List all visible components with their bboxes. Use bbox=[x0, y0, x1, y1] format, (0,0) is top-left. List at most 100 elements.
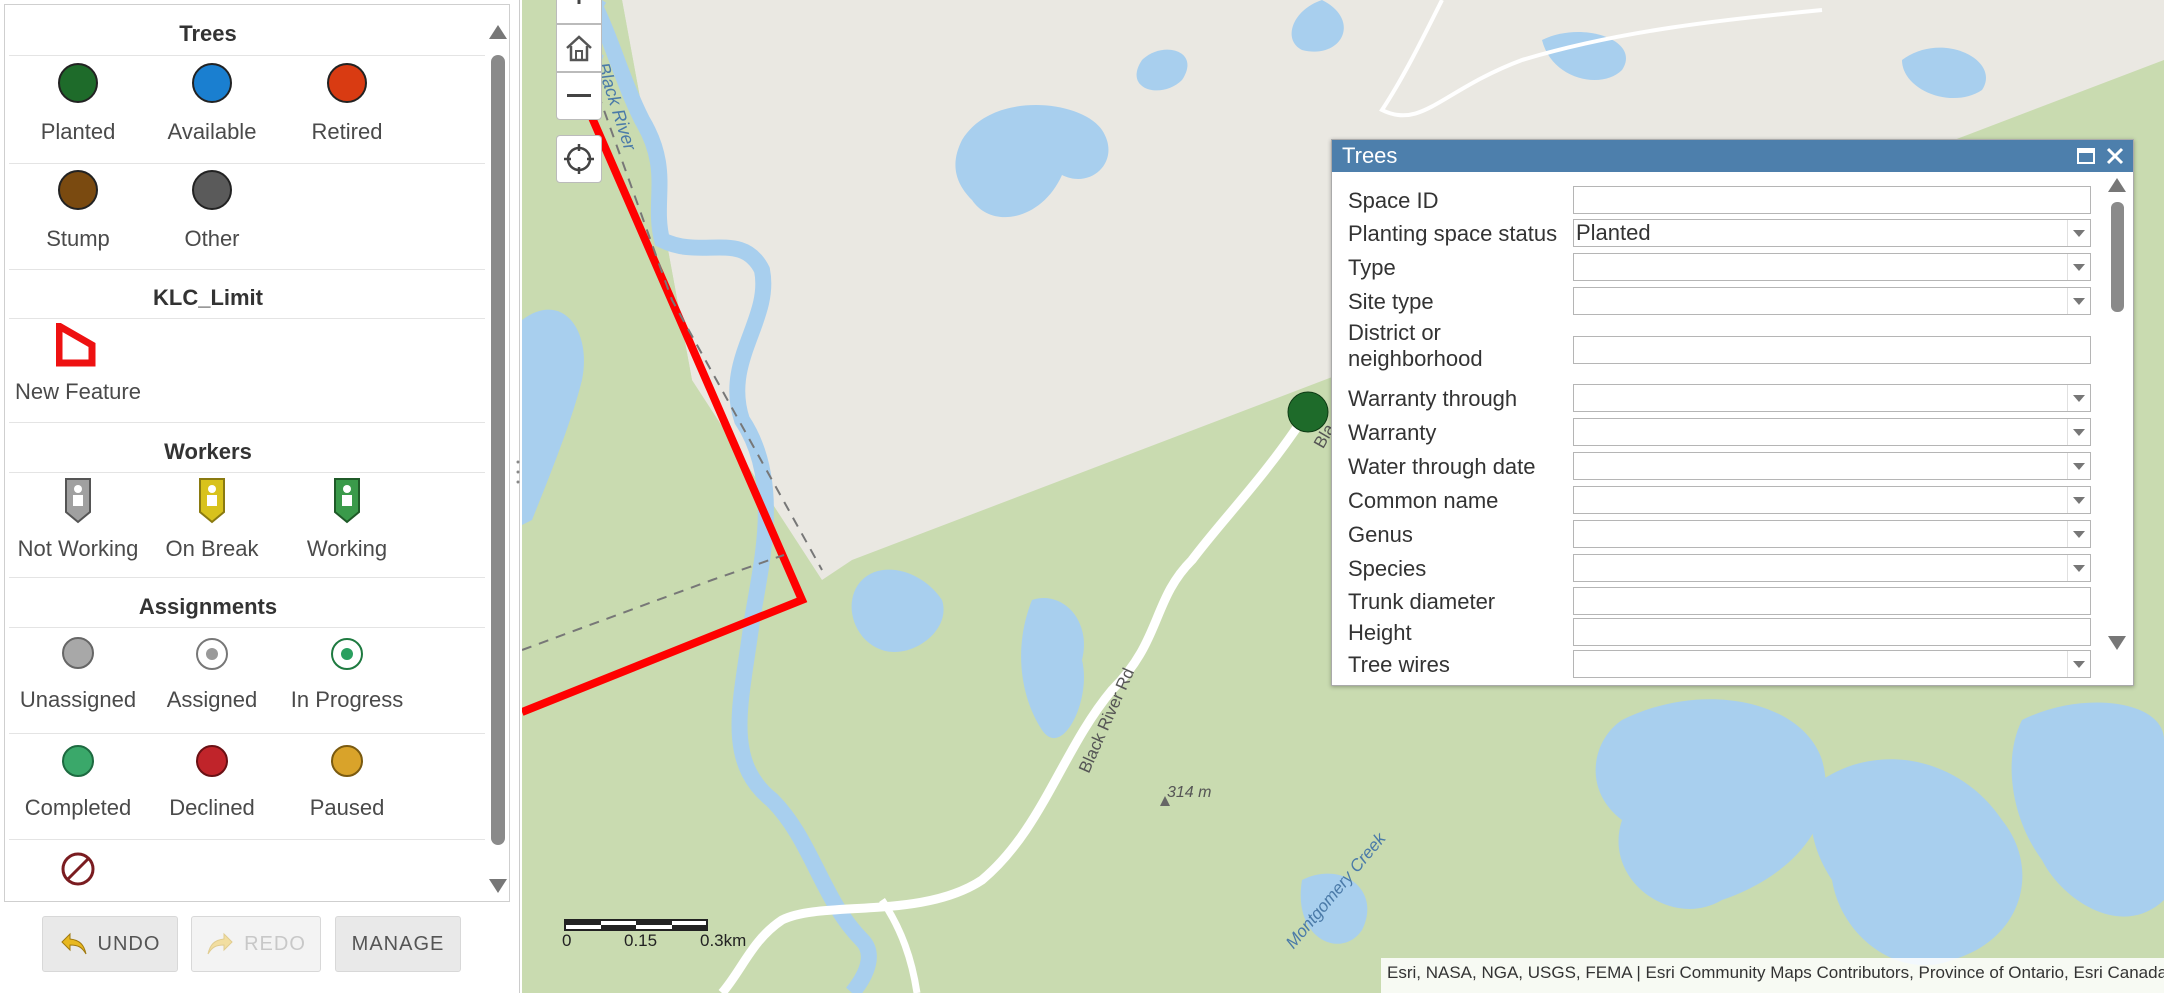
field-warranty: Warranty bbox=[1348, 418, 2098, 448]
chevron-down-icon[interactable] bbox=[2067, 453, 2090, 479]
field-planting-space-status: Planting space status Planted bbox=[1348, 219, 2098, 249]
height-input[interactable] bbox=[1573, 618, 2091, 646]
zoom-out-button[interactable] bbox=[556, 72, 602, 120]
redo-button[interactable]: REDO bbox=[191, 916, 321, 972]
template-assigned[interactable]: Assigned bbox=[145, 637, 279, 712]
chevron-down-icon[interactable] bbox=[2067, 254, 2090, 280]
species-select[interactable] bbox=[1573, 554, 2091, 582]
template-available[interactable]: Available bbox=[145, 63, 279, 144]
template-stump[interactable]: Stump bbox=[11, 170, 145, 251]
space-id-input[interactable] bbox=[1573, 186, 2091, 214]
field-label: Site type bbox=[1348, 289, 1434, 314]
warranty-select[interactable] bbox=[1573, 418, 2091, 446]
cancel-symbol-icon bbox=[61, 852, 95, 886]
template-on-break[interactable]: On Break bbox=[145, 476, 279, 561]
locate-button[interactable] bbox=[556, 135, 602, 183]
chevron-down-icon[interactable] bbox=[2067, 487, 2090, 513]
field-site-type: Site type bbox=[1348, 287, 2098, 317]
chevron-down-icon[interactable] bbox=[2067, 220, 2090, 246]
divider bbox=[9, 472, 485, 473]
paused-symbol-icon bbox=[331, 745, 363, 777]
genus-select[interactable] bbox=[1573, 520, 2091, 548]
undo-button[interactable]: UNDO bbox=[42, 916, 178, 972]
divider bbox=[9, 422, 485, 423]
panel-resize-handle[interactable] bbox=[516, 458, 520, 486]
template-new-feature[interactable]: New Feature bbox=[11, 323, 145, 404]
stump-symbol-icon bbox=[58, 170, 98, 210]
field-label: Species bbox=[1348, 556, 1427, 581]
divider bbox=[9, 55, 485, 56]
field-label: Trunk diameter bbox=[1348, 589, 1496, 614]
popup-scrollbar[interactable] bbox=[2106, 172, 2128, 652]
field-space-id: Space ID bbox=[1348, 186, 2098, 216]
home-button[interactable] bbox=[556, 24, 602, 72]
scroll-up-icon[interactable] bbox=[2108, 178, 2126, 192]
scroll-down-icon[interactable] bbox=[2108, 636, 2126, 650]
trunk-diameter-input[interactable] bbox=[1573, 587, 2091, 615]
tree-wires-select[interactable] bbox=[1573, 650, 2091, 678]
scale-bar: 0 0.15 0.3km bbox=[562, 919, 746, 959]
scroll-up-icon[interactable] bbox=[489, 25, 507, 39]
template-retired[interactable]: Retired bbox=[280, 63, 414, 144]
scroll-thumb[interactable] bbox=[2111, 202, 2124, 312]
site-type-select[interactable] bbox=[1573, 287, 2091, 315]
available-symbol-icon bbox=[192, 63, 232, 103]
warranty-through-select[interactable] bbox=[1573, 384, 2091, 412]
scroll-down-icon[interactable] bbox=[489, 879, 507, 893]
scale-label-end: 0.3km bbox=[700, 931, 747, 950]
template-cancelled-partial[interactable] bbox=[11, 851, 145, 887]
popup-title: Trees bbox=[1342, 143, 1398, 168]
divider bbox=[9, 163, 485, 164]
crosshair-icon bbox=[564, 144, 594, 174]
chevron-down-icon[interactable] bbox=[2067, 521, 2090, 547]
zoom-in-button[interactable] bbox=[556, 0, 602, 24]
map-attribution: Esri, NASA, NGA, USGS, FEMA | Esri Commu… bbox=[1381, 958, 2164, 993]
field-label: Warranty through bbox=[1348, 386, 1518, 411]
maximize-icon[interactable] bbox=[2077, 147, 2095, 165]
template-planted[interactable]: Planted bbox=[11, 63, 145, 144]
close-icon[interactable] bbox=[2105, 146, 2125, 166]
popup-form: Space ID Planting space status Planted T… bbox=[1332, 172, 2133, 685]
map-view[interactable]: Black River Black River Rd Bla 314 m Mon… bbox=[522, 0, 2164, 993]
undo-label: UNDO bbox=[97, 932, 161, 955]
template-in-progress[interactable]: In Progress bbox=[280, 637, 414, 712]
template-declined[interactable]: Declined bbox=[145, 745, 279, 820]
field-water-through-date: Water through date bbox=[1348, 452, 2098, 482]
declined-symbol-icon bbox=[196, 745, 228, 777]
legend-group-title-workers: Workers bbox=[164, 439, 252, 464]
template-paused[interactable]: Paused bbox=[280, 745, 414, 820]
template-completed[interactable]: Completed bbox=[11, 745, 145, 820]
scale-label-mid: 0.15 bbox=[624, 931, 658, 950]
undo-icon bbox=[60, 932, 87, 955]
chevron-down-icon[interactable] bbox=[2067, 288, 2090, 314]
type-select[interactable] bbox=[1573, 253, 2091, 281]
field-district: District or neighborhood bbox=[1348, 318, 2098, 376]
feature-popup: Trees Space ID Planting space status Pla… bbox=[1331, 139, 2134, 686]
divider bbox=[9, 269, 485, 270]
unassigned-symbol-icon bbox=[62, 637, 94, 669]
chevron-down-icon[interactable] bbox=[2067, 555, 2090, 581]
legend-group-title-trees: Trees bbox=[179, 21, 237, 46]
assigned-symbol-icon bbox=[196, 638, 228, 670]
scroll-thumb[interactable] bbox=[491, 55, 505, 845]
planting-space-status-select[interactable]: Planted bbox=[1573, 219, 2091, 247]
template-label: Working bbox=[306, 536, 388, 561]
field-label: Water through date bbox=[1348, 454, 1536, 479]
template-other[interactable]: Other bbox=[145, 170, 279, 251]
minus-icon bbox=[567, 94, 591, 97]
chevron-down-icon[interactable] bbox=[2067, 651, 2090, 677]
district-input[interactable] bbox=[1573, 336, 2091, 364]
legend-scrollbar[interactable] bbox=[487, 19, 509, 893]
manage-button[interactable]: MANAGE bbox=[335, 916, 461, 972]
template-working[interactable]: Working bbox=[280, 476, 414, 561]
chevron-down-icon[interactable] bbox=[2067, 419, 2090, 445]
template-unassigned[interactable]: Unassigned bbox=[11, 637, 145, 712]
field-label: Common name bbox=[1348, 488, 1499, 513]
divider bbox=[9, 733, 485, 734]
field-height: Height bbox=[1348, 618, 2098, 648]
common-name-select[interactable] bbox=[1573, 486, 2091, 514]
template-not-working[interactable]: Not Working bbox=[11, 476, 145, 561]
water-through-date-select[interactable] bbox=[1573, 452, 2091, 480]
chevron-down-icon[interactable] bbox=[2067, 385, 2090, 411]
template-label: Paused bbox=[309, 795, 385, 820]
